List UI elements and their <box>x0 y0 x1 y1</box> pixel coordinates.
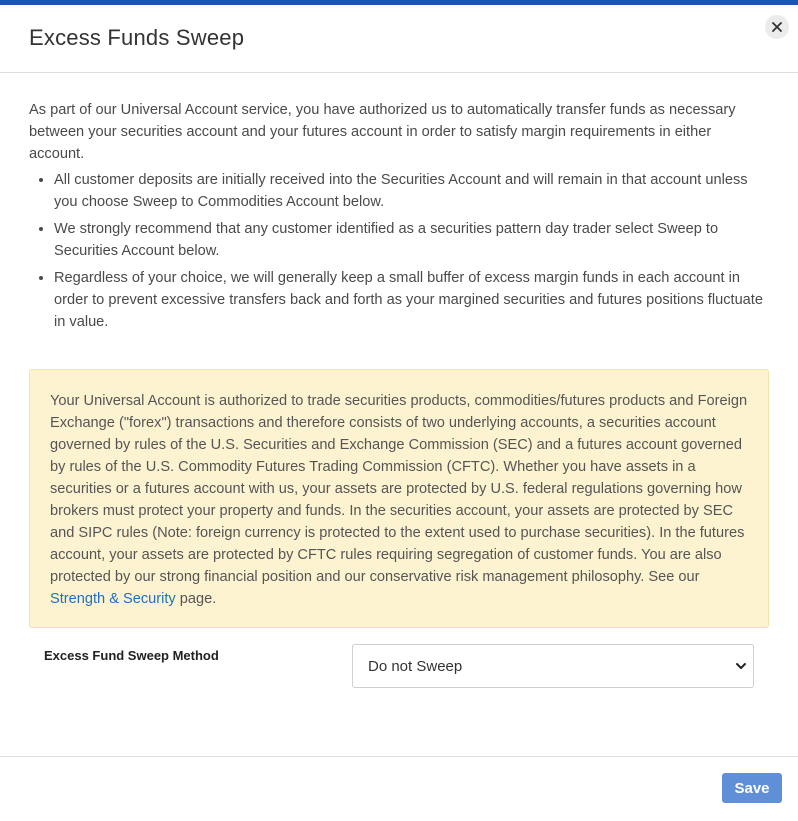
dialog-body: As part of our Universal Account service… <box>0 73 798 333</box>
bullet-item: We strongly recommend that any customer … <box>54 218 769 262</box>
sweep-method-row: Excess Fund Sweep Method Do not Sweep <box>0 644 798 734</box>
notice-text: Your Universal Account is authorized to … <box>50 393 748 585</box>
info-bullet-list: All customer deposits are initially rece… <box>29 169 769 333</box>
save-button[interactable]: Save <box>722 773 782 803</box>
excess-funds-sweep-dialog: Excess Funds Sweep As part of our Univer… <box>0 0 798 821</box>
notice-text-end: page. <box>179 591 217 607</box>
dialog-footer: Save <box>0 756 798 821</box>
strength-security-link[interactable]: Strength & Security <box>50 591 176 607</box>
sweep-method-selected-value: Do not Sweep <box>368 657 463 675</box>
intro-text: As part of our Universal Account service… <box>29 102 736 162</box>
sweep-method-select[interactable]: Do not Sweep <box>352 644 754 688</box>
dialog-title: Excess Funds Sweep <box>29 25 245 50</box>
close-button[interactable] <box>765 15 789 39</box>
sweep-method-label: Excess Fund Sweep Method <box>44 648 219 663</box>
bullet-item: All customer deposits are initially rece… <box>54 169 769 213</box>
protection-notice: Your Universal Account is authorized to … <box>29 369 769 628</box>
close-icon <box>772 22 782 32</box>
bullet-item: Regardless of your choice, we will gener… <box>54 267 769 333</box>
chevron-down-icon <box>736 663 746 669</box>
dialog-header: Excess Funds Sweep <box>0 5 798 73</box>
